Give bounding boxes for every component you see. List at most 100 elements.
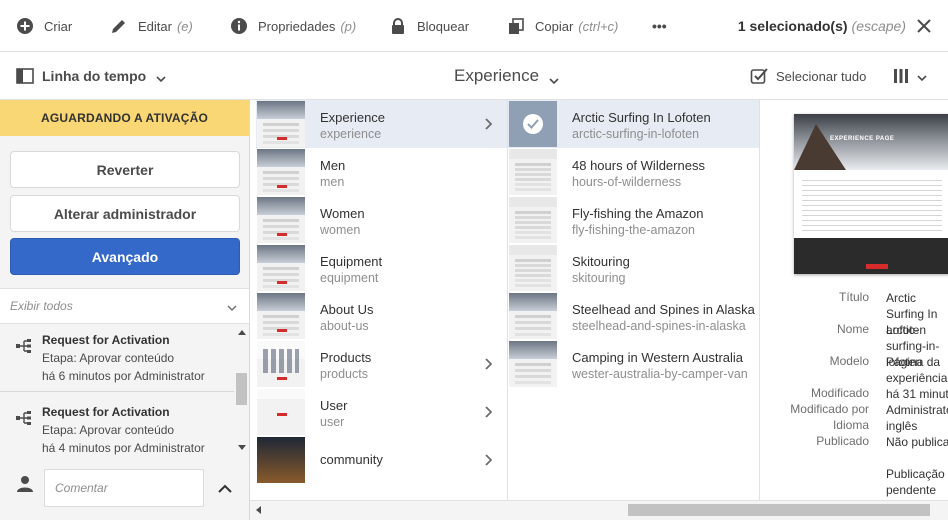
select-all-button[interactable]: Selecionar tudo — [750, 52, 866, 100]
create-label: Criar — [44, 18, 73, 34]
rail-toggle-button[interactable]: Linha do tempo — [16, 52, 166, 100]
list-item[interactable]: 48 hours of Wilderness hours-of-wilderne… — [508, 148, 759, 196]
item-name: hours-of-wilderness — [572, 175, 682, 189]
scroll-up-icon[interactable] — [238, 330, 246, 335]
meta-value-language: inglês — [886, 419, 918, 433]
page-thumbnail — [509, 197, 557, 243]
header-bar: Linha do tempo Experience Selecionar tud… — [0, 52, 948, 100]
list-item[interactable]: Arctic Surfing In Lofoten arctic-surfing… — [508, 100, 759, 148]
copy-label: Copiar — [535, 18, 574, 34]
list-item[interactable]: About Us about-us — [256, 292, 507, 340]
item-title: User — [320, 398, 348, 413]
page-preview-image: EXPERIENCE PAGE — [794, 114, 948, 274]
page-thumbnail — [509, 149, 557, 195]
page-thumbnail — [509, 245, 557, 291]
list-item[interactable]: Steelhead and Spines in Alaska steelhead… — [508, 292, 759, 340]
page-thumbnail — [257, 341, 305, 387]
more-actions-button[interactable]: ••• — [652, 0, 667, 52]
close-icon — [917, 19, 931, 33]
list-item[interactable]: Women women — [256, 196, 507, 244]
list-item[interactable]: User user — [256, 388, 507, 436]
item-name: arctic-surfing-in-lofoten — [572, 127, 700, 141]
item-title: Camping in Western Australia — [572, 350, 744, 365]
meta-value-publication: Publicação pendente — [886, 467, 945, 497]
page-title[interactable]: Experience — [454, 52, 559, 100]
edit-button[interactable]: Editar (e) — [110, 0, 193, 52]
meta-label-template: Modelo — [829, 354, 869, 368]
horizontal-scrollbar[interactable] — [250, 500, 948, 520]
chevron-right-icon — [485, 118, 493, 130]
meta-label-modified-by: Modificado por — [790, 402, 869, 416]
comment-input[interactable] — [44, 469, 204, 507]
page-thumbnail — [257, 389, 305, 435]
copy-button[interactable]: Copiar (ctrl+c) — [507, 0, 618, 52]
chevron-right-icon — [485, 406, 493, 418]
properties-button[interactable]: Propriedades (p) — [230, 0, 356, 52]
rail-icon — [16, 68, 34, 84]
item-name: equipment — [320, 271, 379, 285]
preview-caption: EXPERIENCE PAGE — [830, 136, 895, 142]
checkmark-icon — [523, 114, 543, 134]
timeline-item[interactable]: Request for Activation Etapa: Aprovar co… — [0, 399, 234, 455]
item-title: Experience — [320, 110, 386, 125]
checkbox-checked-icon — [750, 67, 768, 85]
meta-label-name: Nome — [836, 322, 869, 336]
item-title: 48 hours of Wilderness — [572, 158, 705, 173]
divider — [0, 391, 234, 392]
column-experience-pages: Arctic Surfing In Lofoten arctic-surfing… — [508, 100, 760, 500]
scrollbar-thumb[interactable] — [628, 504, 930, 516]
revert-button[interactable]: Reverter — [10, 151, 240, 188]
timeline-item-title: Request for Activation — [42, 333, 170, 347]
escape-shortcut: (escape) — [851, 18, 906, 34]
scrollbar-thumb[interactable] — [236, 373, 247, 405]
page-thumbnail — [257, 245, 305, 291]
item-name: about-us — [320, 319, 369, 333]
item-title: Skitouring — [572, 254, 630, 269]
timeline-scrollbar[interactable] — [234, 325, 249, 455]
rail-toggle-label: Linha do tempo — [42, 68, 147, 84]
info-icon — [230, 17, 248, 35]
item-name: skitouring — [572, 271, 626, 285]
list-item[interactable]: Men men — [256, 148, 507, 196]
meta-label-language: Idioma — [832, 418, 869, 432]
list-item[interactable]: Products products — [256, 340, 507, 388]
timeline-item-time: há 6 minutos por Administrator — [42, 369, 205, 383]
timeline-item[interactable]: Request for Activation Etapa: Aprovar co… — [0, 327, 234, 391]
selection-count-label: 1 selecionado(s) — [737, 18, 848, 34]
page-thumbnail — [257, 197, 305, 243]
edit-shortcut: (e) — [176, 18, 193, 34]
list-item[interactable]: Skitouring skitouring — [508, 244, 759, 292]
list-item[interactable]: Experience experience — [256, 100, 507, 148]
lock-label: Bloquear — [417, 18, 470, 34]
list-item[interactable]: Camping in Western Australia wester-aust… — [508, 340, 759, 388]
page-thumbnail — [257, 101, 305, 147]
chevron-up-icon[interactable] — [218, 482, 232, 493]
timeline-filter[interactable]: Exibir todos — [0, 288, 249, 324]
advance-button[interactable]: Avançado — [10, 238, 240, 275]
list-item[interactable]: Fly-fishing the Amazon fly-fishing-the-a… — [508, 196, 759, 244]
create-button[interactable]: Criar — [16, 0, 72, 52]
meta-value-published: Não publicado — [886, 435, 948, 449]
copy-shortcut: (ctrl+c) — [578, 18, 619, 34]
item-title: Steelhead and Spines in Alaska — [572, 302, 755, 317]
timeline-item-step: Etapa: Aprovar conteúdo — [42, 423, 175, 437]
item-name: user — [320, 415, 345, 429]
close-selection-button[interactable] — [916, 18, 932, 34]
item-title: Arctic Surfing In Lofoten — [572, 110, 711, 125]
view-switcher[interactable] — [893, 52, 927, 100]
column-experience-fragments: Experience experience Men men Women wome… — [256, 100, 508, 500]
meta-label-modified: Modificado — [810, 386, 869, 400]
list-item[interactable]: community — [256, 436, 507, 484]
chevron-down-icon — [156, 71, 166, 83]
timeline-list: Request for Activation Etapa: Aprovar co… — [0, 325, 249, 455]
scroll-left-icon[interactable] — [256, 506, 261, 514]
item-title: Products — [320, 350, 372, 365]
chevron-down-icon — [549, 71, 559, 85]
meta-label-published: Publicado — [816, 434, 869, 448]
edit-label: Editar — [138, 18, 172, 34]
change-admin-button[interactable]: Alterar administrador — [10, 195, 240, 232]
lock-button[interactable]: Bloquear — [389, 0, 469, 52]
more-label: ••• — [652, 18, 667, 34]
list-item[interactable]: Equipment equipment — [256, 244, 507, 292]
scroll-down-icon[interactable] — [238, 445, 246, 450]
